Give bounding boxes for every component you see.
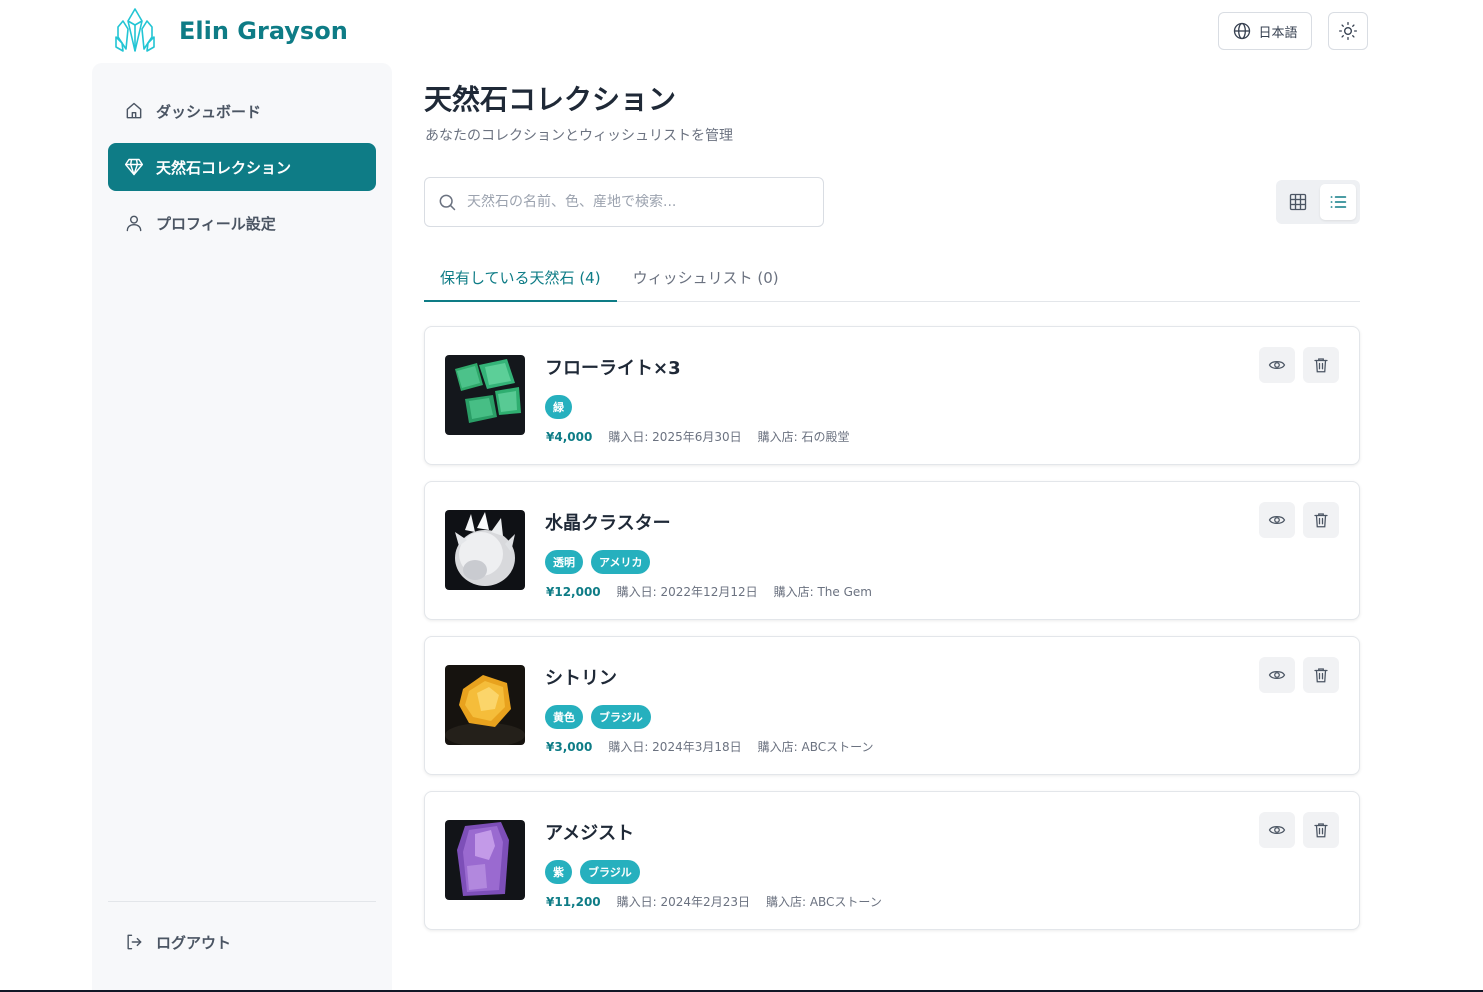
eye-icon	[1268, 670, 1286, 680]
tab-wishlist[interactable]: ウィッシュリスト (0)	[617, 254, 795, 301]
stone-tags: 緑	[545, 395, 572, 419]
globe-icon	[1234, 22, 1251, 40]
stone-card[interactable]: 水晶クラスター 透明 アメリカ ¥12,000 購入日: 2022年12月12日…	[424, 481, 1360, 620]
purchase-shop: 購入店: ABCストーン	[765, 895, 882, 909]
sun-icon	[1339, 22, 1357, 40]
stone-tag: ブラジル	[591, 705, 651, 729]
stone-thumbnail	[445, 355, 525, 435]
stone-name: フローライト×3	[545, 358, 681, 379]
sidebar-item-label: ダッシュボード	[156, 102, 262, 121]
delete-button[interactable]	[1303, 502, 1339, 538]
eye-icon	[1268, 825, 1286, 835]
stone-tag: 透明	[545, 550, 583, 574]
view-button[interactable]	[1259, 657, 1295, 693]
view-toggle	[1276, 180, 1360, 224]
stone-name: 水晶クラスター	[545, 513, 671, 534]
crystal-logo-icon	[115, 8, 155, 52]
page-title: 天然石コレクション	[424, 83, 677, 116]
grid-icon	[1289, 193, 1307, 211]
delete-button[interactable]	[1303, 347, 1339, 383]
trash-icon	[1314, 823, 1328, 838]
list-icon	[1330, 196, 1347, 208]
search-icon	[439, 194, 456, 211]
stone-thumbnail	[445, 665, 525, 745]
theme-toggle-button[interactable]	[1328, 12, 1368, 50]
sidebar-item-collection[interactable]: 天然石コレクション	[108, 143, 376, 191]
stone-thumbnail	[445, 820, 525, 900]
user-icon	[126, 215, 142, 232]
view-button[interactable]	[1259, 812, 1295, 848]
trash-icon	[1314, 668, 1328, 683]
search-input[interactable]	[467, 194, 807, 210]
eye-icon	[1268, 515, 1286, 525]
stone-card[interactable]: フローライト×3 緑 ¥4,000 購入日: 2025年6月30日 購入店: 石…	[424, 326, 1360, 465]
purchase-shop: 購入店: The Gem	[773, 585, 872, 599]
stone-tags: 紫 ブラジル	[545, 860, 640, 884]
stone-tag: アメリカ	[591, 550, 651, 574]
delete-button[interactable]	[1303, 657, 1339, 693]
sidebar-item-label: 天然石コレクション	[156, 158, 292, 177]
purchase-date: 購入日: 2022年12月12日	[616, 585, 758, 599]
grid-view-button[interactable]	[1280, 184, 1316, 220]
stone-meta: ¥3,000 購入日: 2024年3月18日 購入店: ABCストーン	[546, 738, 874, 755]
stone-card[interactable]: シトリン 黄色 ブラジル ¥3,000 購入日: 2024年3月18日 購入店:…	[424, 636, 1360, 775]
tab-owned[interactable]: 保有している天然石 (4)	[424, 254, 617, 302]
trash-icon	[1314, 513, 1328, 528]
stone-tags: 透明 アメリカ	[545, 550, 651, 574]
view-button[interactable]	[1259, 347, 1295, 383]
language-label: 日本語	[1258, 25, 1298, 41]
eye-icon	[1268, 360, 1286, 370]
purchase-shop: 購入店: 石の殿堂	[757, 430, 850, 444]
list-view-button[interactable]	[1320, 184, 1356, 220]
logout-icon	[127, 934, 142, 950]
home-icon	[126, 102, 142, 119]
stone-tag: 黄色	[545, 705, 583, 729]
app-root: Elin Grayson 日本語 ダッシュボード 天然石コレクション プロフィー…	[0, 0, 1483, 992]
stone-name: シトリン	[545, 668, 617, 689]
page-subtitle: あなたのコレクションとウィッシュリストを管理	[425, 128, 733, 144]
sidebar-item-label: プロフィール設定	[156, 214, 276, 233]
purchase-date: 購入日: 2025年6月30日	[608, 430, 742, 444]
view-button[interactable]	[1259, 502, 1295, 538]
search-box[interactable]	[424, 177, 824, 227]
stone-tag: ブラジル	[580, 860, 640, 884]
stone-price: ¥12,000	[546, 584, 601, 599]
trash-icon	[1314, 358, 1328, 373]
language-button[interactable]: 日本語	[1218, 12, 1312, 50]
stone-tags: 黄色 ブラジル	[545, 705, 651, 729]
stone-price: ¥4,000	[546, 429, 593, 444]
collection-tabs: 保有している天然石 (4) ウィッシュリスト (0)	[424, 254, 1360, 302]
stone-tag: 紫	[545, 860, 572, 884]
logout-button[interactable]: ログアウト	[108, 918, 376, 966]
stone-meta: ¥11,200 購入日: 2024年2月23日 購入店: ABCストーン	[546, 893, 882, 910]
stone-card[interactable]: アメジスト 紫 ブラジル ¥11,200 購入日: 2024年2月23日 購入店…	[424, 791, 1360, 930]
purchase-date: 購入日: 2024年2月23日	[616, 895, 750, 909]
brand-name: Elin Grayson	[179, 17, 348, 45]
stone-name: アメジスト	[545, 823, 635, 844]
sidebar-item-dashboard[interactable]: ダッシュボード	[108, 87, 376, 135]
stone-tag: 緑	[545, 395, 572, 419]
brand-logo[interactable]: Elin Grayson	[113, 7, 348, 55]
gem-icon	[124, 158, 144, 176]
stone-meta: ¥12,000 購入日: 2022年12月12日 購入店: The Gem	[546, 583, 872, 600]
sidebar-divider	[108, 901, 376, 902]
stone-meta: ¥4,000 購入日: 2025年6月30日 購入店: 石の殿堂	[546, 428, 849, 445]
purchase-date: 購入日: 2024年3月18日	[608, 740, 742, 754]
stone-thumbnail	[445, 510, 525, 590]
stone-price: ¥3,000	[546, 739, 593, 754]
sidebar: ダッシュボード 天然石コレクション プロフィール設定 ログアウト	[92, 63, 392, 992]
purchase-shop: 購入店: ABCストーン	[757, 740, 874, 754]
delete-button[interactable]	[1303, 812, 1339, 848]
stone-price: ¥11,200	[546, 894, 601, 909]
logout-label: ログアウト	[156, 933, 232, 952]
sidebar-item-profile[interactable]: プロフィール設定	[108, 199, 376, 247]
